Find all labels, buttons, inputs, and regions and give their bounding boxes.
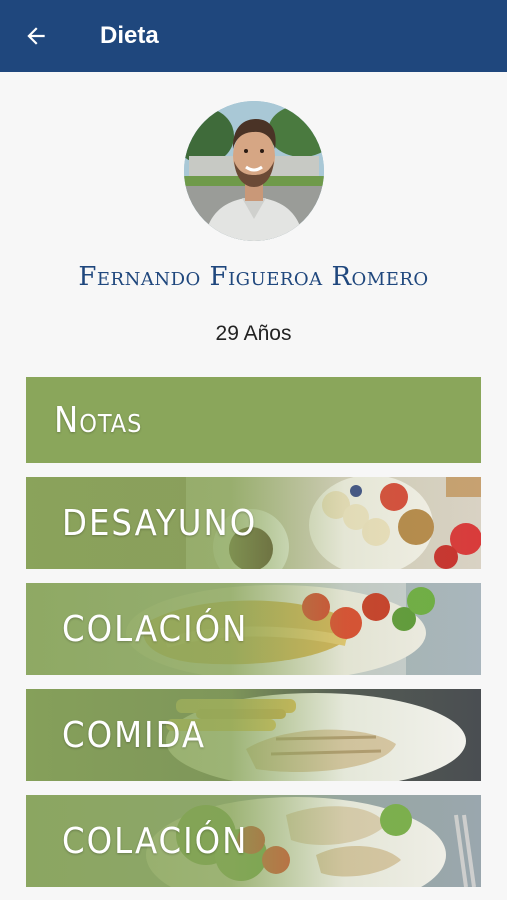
page-title: Dieta: [100, 22, 159, 49]
back-button[interactable]: [6, 0, 66, 72]
snack-card-1[interactable]: COLACIÓN: [26, 583, 481, 675]
snack-label-2: COLACIÓN: [62, 820, 249, 862]
snack-label-1: COLACIÓN: [62, 608, 249, 650]
app-bar: Dieta: [0, 0, 507, 72]
user-name: Fernando Figueroa Romero: [78, 262, 429, 292]
lunch-card[interactable]: COMIDA: [26, 689, 481, 781]
notes-label: Notas: [54, 399, 143, 441]
breakfast-label: DESAYUNO: [62, 502, 258, 544]
avatar: [184, 101, 324, 241]
lunch-label: COMIDA: [62, 714, 207, 756]
user-age: 29 Años: [215, 322, 292, 345]
arrow-left-icon: [27, 27, 45, 45]
breakfast-card[interactable]: DESAYUNO: [26, 477, 481, 569]
notes-card[interactable]: Notas: [26, 377, 481, 463]
snack-card-2[interactable]: COLACIÓN: [26, 795, 481, 887]
